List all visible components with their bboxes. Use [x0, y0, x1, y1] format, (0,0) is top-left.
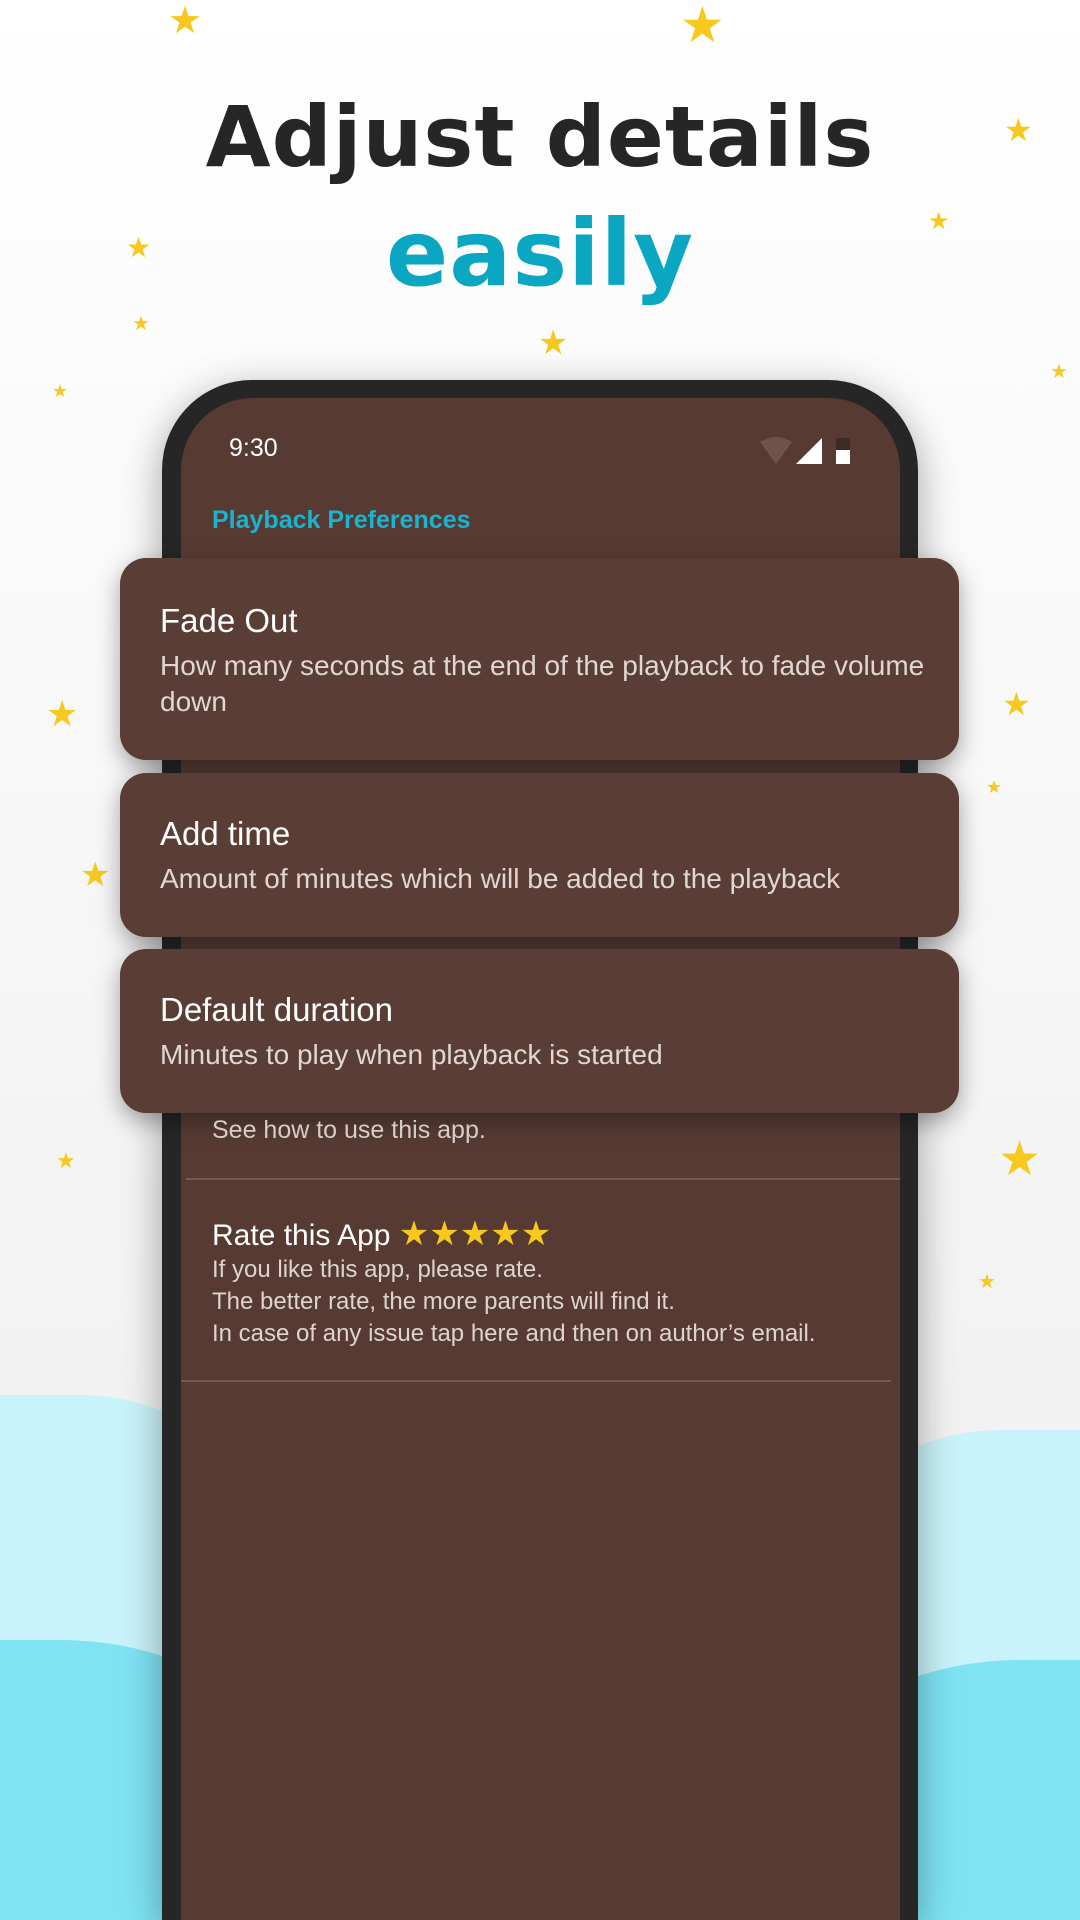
section-title: Playback Preferences — [212, 506, 471, 534]
setting-title: Default duration — [160, 991, 393, 1028]
setting-fade-out[interactable]: Fade Out How many seconds at the end of … — [120, 558, 959, 760]
headline-line1: Adjust details — [205, 88, 875, 186]
signal-icon — [796, 438, 822, 464]
setting-subtitle: Minutes to play when playback is started — [160, 1039, 663, 1070]
star-icon: ★ — [46, 693, 79, 734]
headline-line2: easily — [385, 200, 695, 307]
star-icon: ★ — [998, 1133, 1042, 1186]
setting-subtitle: Amount of minutes which will be added to… — [160, 863, 841, 894]
rate-line: In case of any issue tap here and then o… — [212, 1320, 816, 1347]
star-icon: ★ — [80, 856, 111, 894]
rate-title: Rate this App — [212, 1219, 391, 1252]
star-icon: ★ — [132, 313, 150, 335]
setting-title: Fade Out — [160, 602, 298, 639]
status-time: 9:30 — [229, 434, 278, 462]
rate-line: The better rate, the more parents will f… — [212, 1288, 675, 1315]
status-icons — [760, 437, 850, 464]
star-icon: ★ — [978, 1271, 996, 1293]
star-icon: ★ — [52, 381, 69, 401]
setting-title: Add time — [160, 815, 291, 852]
setting-add-time[interactable]: Add time Amount of minutes which will be… — [120, 773, 959, 937]
five-stars-icon: ★★★★★ — [398, 1215, 552, 1253]
setting-subtitle: How many seconds at the end of the playb… — [160, 650, 925, 717]
rate-line: If you like this app, please rate. — [212, 1256, 543, 1283]
divider — [181, 1380, 891, 1382]
wifi-icon — [760, 437, 792, 464]
divider — [186, 1178, 900, 1180]
star-icon: ★ — [538, 324, 569, 362]
star-icon: ★ — [56, 1148, 76, 1173]
star-icon: ★ — [680, 0, 725, 53]
star-icon: ★ — [1050, 361, 1068, 383]
rate-app-item[interactable]: Rate this App ★★★★★ — [212, 1214, 551, 1254]
setting-default-duration[interactable]: Default duration Minutes to play when pl… — [120, 949, 959, 1113]
help-subtitle[interactable]: See how to use this app. — [212, 1116, 486, 1145]
star-icon: ★ — [1002, 686, 1031, 722]
star-icon: ★ — [168, 0, 203, 42]
star-icon: ★ — [986, 777, 1003, 797]
